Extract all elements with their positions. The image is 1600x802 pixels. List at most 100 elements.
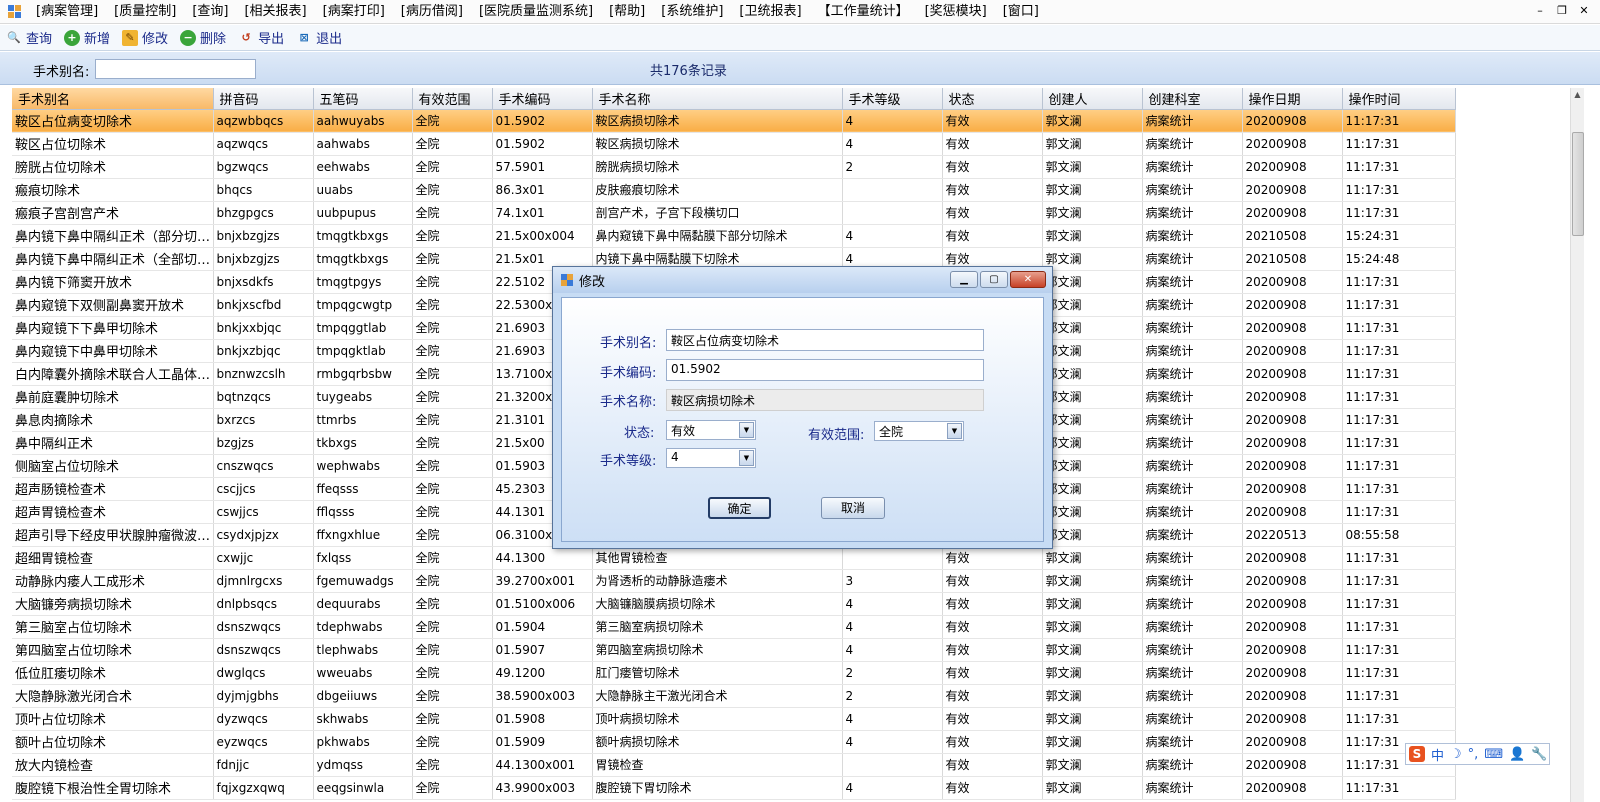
table-cell: fxlqss [313,546,413,570]
status-select[interactable]: 有效 ▼ [666,420,756,440]
maximize-icon[interactable]: ▢ [980,271,1008,288]
table-cell: 瘢痕切除术 [12,178,214,202]
close-icon[interactable]: ✕ [1010,271,1046,288]
table-cell: 郭文澜 [1042,523,1143,547]
user-icon[interactable]: 👤 [1509,747,1525,762]
code-field[interactable]: 01.5902 [666,359,984,381]
table-row[interactable]: 第三脑室占位切除术 dsnszwqcs tdephwabs 全院 01.5904 第三脑室… [12,615,1456,639]
table-row[interactable]: 超细胃镜检查 cxwjjc fxlqss 全院 44.1300 其他胃镜检查 有效 郭文澜 病案… [12,546,1456,570]
table-cell: 郭文澜 [1042,592,1143,616]
chevron-down-icon[interactable]: ▼ [739,450,754,466]
level-select[interactable]: 4 ▼ [666,448,756,468]
delete-button[interactable]: − 删除 [180,28,226,47]
table-cell: 病案统计 [1142,569,1243,593]
column-header[interactable]: 创建人 [1042,88,1143,110]
table-cell: fgemuwadgs [313,569,413,593]
alias-field[interactable]: 鞍区占位病变切除术 [666,329,984,351]
table-row[interactable]: 鞍区占位切除术 aqzwqcs aahwabs 全院 01.5902 鞍区病损切除术 4 有效… [12,132,1456,156]
table-row[interactable]: 顶叶占位切除术 dyzwqcs skhwabs 全院 01.5908 顶叶病损切除术 4 有效… [12,707,1456,731]
menu-item-query[interactable]: [查询] [184,1,236,23]
table-row[interactable]: 瘢痕切除术 bhqcs uuabs 全院 86.3x01 皮肤瘢痕切除术 有效 郭文澜 病案统计… [12,178,1456,202]
table-row[interactable]: 膀胱占位切除术 bgzwqcs eehwabs 全院 57.5901 膀胱病损切除术 2 有效… [12,155,1456,179]
close-icon[interactable]: ✕ [1576,3,1592,19]
cancel-button[interactable]: 取消 [821,497,885,519]
scroll-up-icon[interactable]: ▲ [1571,88,1584,102]
table-row[interactable]: 腹腔镜下根治性全胃切除术 fqjxgzxqwq eeqgsinwla 全院 43.990… [12,776,1456,800]
minimize-icon[interactable]: – [1532,3,1548,19]
sogou-logo-icon[interactable]: S [1409,746,1425,762]
table-row[interactable]: 大脑镰旁病损切除术 dnlpbsqcs dequurabs 全院 01.5100x006… [12,592,1456,616]
wrench-icon[interactable]: 🔧 [1531,747,1547,762]
menu-item-case-print[interactable]: [病案打印] [315,1,393,23]
exit-button[interactable]: ⊠ 退出 [296,28,342,47]
menu-item-system[interactable]: [系统维护] [653,1,731,23]
table-row[interactable]: 低位肛瘘切除术 dwglqcs wweuabs 全院 49.1200 肛门瘘管切除术 2 有效… [12,661,1456,685]
keyboard-icon[interactable]: ⌨ [1484,747,1503,762]
vertical-scrollbar[interactable]: ▲ [1570,88,1584,802]
search-button[interactable]: 🔍 查询 [6,28,52,47]
menu-item-record-borrow[interactable]: [病历借阅] [393,1,471,23]
export-button[interactable]: ↺ 导出 [238,28,284,47]
punctuation-icon[interactable]: °, [1468,747,1479,762]
table-cell: 20200908 [1242,638,1343,662]
column-header[interactable]: 手术别名 [12,88,214,110]
scroll-thumb[interactable] [1572,132,1584,236]
column-header[interactable]: 创建科室 [1142,88,1243,110]
menu-item-window[interactable]: [窗口] [995,1,1047,23]
table-cell: 20200908 [1242,684,1343,708]
menu-item-rewards[interactable]: [奖惩模块] [917,1,995,23]
chinese-mode-icon[interactable]: 中 [1431,745,1444,764]
dialog-body: 手术别名: 鞍区占位病变切除术 手术编码: 01.5902 手术名称: 鞍区病损… [561,297,1044,542]
column-header[interactable]: 状态 [942,88,1043,110]
table-cell: 鼻前庭囊肿切除术 [12,385,214,409]
table-cell: 11:17:31 [1342,546,1456,570]
menu-item-quality-control[interactable]: [质量控制] [106,1,184,23]
column-header[interactable]: 操作日期 [1242,88,1343,110]
column-header[interactable]: 拼音码 [213,88,314,110]
menu-item-workload[interactable]: 【工作量统计】 [810,1,917,23]
table-cell: 49.1200 [492,661,593,685]
chevron-down-icon[interactable]: ▼ [739,422,754,438]
menu-item-reports[interactable]: [相关报表] [236,1,314,23]
moon-icon[interactable]: ☽ [1450,747,1462,762]
table-cell: 为肾透析的动静脉造瘘术 [592,569,843,593]
menu-item-help[interactable]: [帮助] [601,1,653,23]
table-row[interactable]: 第四脑室占位切除术 dsnszwqcs tlephwabs 全院 01.5907 第四脑室… [12,638,1456,662]
table-cell: 01.5902 [492,109,593,133]
column-header[interactable]: 手术编码 [492,88,593,110]
table-cell: 郭文澜 [1042,293,1143,317]
menu-item-case-management[interactable]: [病案管理] [28,1,106,23]
table-row[interactable]: 鞍区占位病变切除术 aqzwbbqcs aahwuyabs 全院 01.5902 鞍区病损… [12,109,1456,133]
table-row[interactable]: 放大内镜检查 fdnjjc ydmqss 全院 44.1300x001 胃镜检查 有效 郭文澜… [12,753,1456,777]
table-cell: 4 [842,776,943,800]
ok-button[interactable]: 确定 [708,497,771,519]
table-row[interactable]: 鼻内镜下鼻中隔纠正术（部分切除） bnjxbzgjzs tmqgtkbxgs 全院 21… [12,224,1456,248]
table-cell: 全院 [412,477,493,501]
column-header[interactable]: 手术名称 [592,88,843,110]
restore-icon[interactable]: ❐ [1554,3,1570,19]
edit-button[interactable]: ✎ 修改 [122,28,168,47]
table-row[interactable]: 大隐静脉激光闭合术 dyjmjgbhs dbgeiiuws 全院 38.5900x003… [12,684,1456,708]
table-cell: 超声肠镜检查术 [12,477,214,501]
add-button[interactable]: + 新增 [64,28,110,47]
minimize-icon[interactable]: ▁ [950,271,978,288]
scope-select[interactable]: 全院 ▼ [874,421,964,441]
column-header[interactable]: 手术等级 [842,88,943,110]
table-row[interactable]: 瘢痕子宫剖宫产术 bhzgpgcs uubpupus 全院 74.1x01 剖宫产术，子宫… [12,201,1456,225]
table-cell: 11:17:31 [1342,270,1456,294]
menu-item-quality-monitor[interactable]: [医院质量监测系统] [471,1,601,23]
column-header[interactable]: 有效范围 [412,88,493,110]
table-cell: 病案统计 [1142,339,1243,363]
column-header[interactable]: 操作时间 [1342,88,1456,110]
alias-filter-input[interactable] [95,59,256,79]
table-cell: 大隐静脉主干激光闭合术 [592,684,843,708]
table-cell: 20200908 [1242,270,1343,294]
name-label: 手术名称: [600,395,657,410]
table-cell: 有效 [942,684,1043,708]
table-cell: 全院 [412,247,493,271]
chevron-down-icon[interactable]: ▼ [947,423,962,439]
menu-item-health-stats[interactable]: [卫统报表] [731,1,809,23]
column-header[interactable]: 五笔码 [313,88,413,110]
table-row[interactable]: 动静脉内瘘人工成形术 djmnlrgcxs fgemuwadgs 全院 39.2700x… [12,569,1456,593]
table-row[interactable]: 额叶占位切除术 eyzwqcs pkhwabs 全院 01.5909 额叶病损切除术 4 有效… [12,730,1456,754]
